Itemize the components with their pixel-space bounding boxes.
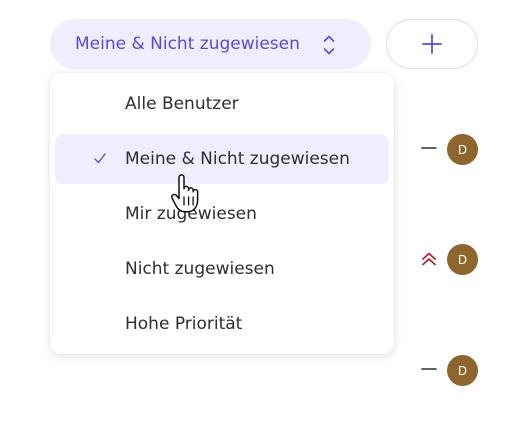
menu-item-label: Alle Benutzer [125, 94, 239, 114]
menu-item-label: Nicht zugewiesen [125, 259, 275, 279]
menu-item-label: Hohe Priorität [125, 314, 243, 334]
menu-item-mine-and-unassigned[interactable]: Meine & Nicht zugewiesen [55, 134, 389, 184]
assignee-filter-menu: Alle Benutzer Meine & Nicht zugewiesen M… [50, 73, 394, 354]
avatar[interactable]: D [447, 244, 478, 275]
app-root: Meine & Nicht zugewiesen D D D Alle Benu… [0, 0, 507, 421]
hand-pointer-cursor-icon [171, 174, 199, 213]
menu-item-assigned-to-me[interactable]: Mir zugewiesen [55, 189, 389, 239]
priority-high-icon [419, 249, 439, 269]
menu-item-all-users[interactable]: Alle Benutzer [55, 79, 389, 129]
menu-item-unassigned[interactable]: Nicht zugewiesen [55, 244, 389, 294]
checkmark-icon [94, 153, 106, 164]
assignee-filter-select[interactable]: Meine & Nicht zugewiesen [50, 19, 371, 69]
avatar[interactable]: D [447, 134, 478, 165]
menu-item-high-priority[interactable]: Hohe Priorität [55, 299, 389, 349]
priority-none-icon [419, 359, 439, 379]
add-button[interactable] [386, 19, 478, 69]
chevron-up-down-icon [323, 35, 335, 55]
avatar[interactable]: D [447, 355, 478, 386]
menu-item-label: Meine & Nicht zugewiesen [125, 149, 350, 169]
priority-none-icon [419, 138, 439, 158]
plus-icon [422, 34, 442, 54]
filter-selected-label: Meine & Nicht zugewiesen [75, 34, 300, 54]
